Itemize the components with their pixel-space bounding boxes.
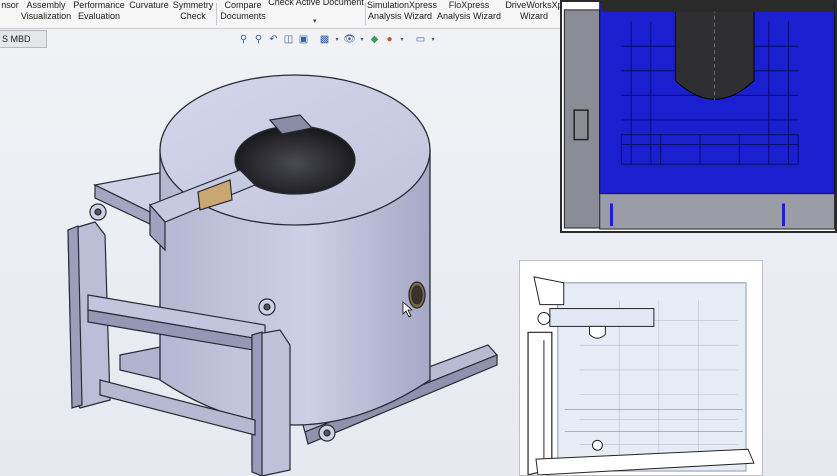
ribbon-separator (365, 3, 366, 25)
ribbon-label: Analysis Wizard (437, 11, 502, 21)
ribbon-label: Symmetry (172, 0, 214, 10)
section-view-inset (560, 0, 837, 233)
ribbon-separator (216, 3, 217, 25)
section-view-icon[interactable]: ◫ (283, 34, 294, 45)
tab-mbd[interactable]: S MBD (0, 30, 47, 48)
tab-label: S MBD (2, 34, 31, 44)
wireframe-view-inset (519, 260, 763, 476)
chevron-down-icon[interactable]: ▾ (399, 34, 405, 45)
apply-scene-icon[interactable]: ● (384, 34, 395, 45)
ribbon-label: DriveWorksXp (505, 0, 563, 10)
ribbon-label: Check Active Document (268, 0, 364, 7)
performance-evaluation-button[interactable]: Performance Evaluation (72, 0, 126, 28)
graphics-area-3d-model[interactable] (0, 48, 560, 476)
previous-view-icon[interactable]: ↶ (268, 34, 279, 45)
ribbon-label: FloXpress (448, 0, 490, 10)
heads-up-view-toolbar: ⚲ ⚲ ↶ ◫ ▣ ▩ ▾ 👁 ▾ ◆ ● ▾ ▭ ▾ (238, 31, 436, 47)
curvature-button[interactable]: Curvature (128, 0, 170, 28)
chevron-down-icon[interactable]: ▾ (430, 34, 436, 45)
ribbon-label: Wizard (519, 11, 548, 21)
view-orientation-icon[interactable]: ▣ (298, 34, 309, 45)
edit-appearance-icon[interactable]: ◆ (369, 34, 380, 45)
simulationxpress-button[interactable]: SimulationXpress Analysis Wizard (367, 0, 438, 28)
hide-show-icon[interactable]: 👁 (343, 34, 356, 45)
zoom-to-fit-icon[interactable]: ⚲ (238, 34, 249, 45)
chevron-down-icon[interactable]: ▾ (359, 34, 365, 45)
ribbon-label: Compare (224, 0, 262, 10)
ribbon-label: Visualization (20, 11, 72, 21)
ribbon-label: Curvature (129, 0, 169, 10)
sensor-button[interactable]: nsor (0, 0, 20, 28)
chevron-down-icon[interactable]: ▾ (334, 34, 340, 45)
ribbon-label: nsor (1, 0, 19, 10)
ribbon-label: Performance (73, 0, 125, 10)
symmetry-check-button[interactable]: Symmetry Check (171, 0, 215, 28)
ribbon-label: Analysis Wizard (367, 11, 432, 21)
chevron-down-icon[interactable]: ▾ (313, 17, 317, 25)
floxpress-button[interactable]: FloXpress Analysis Wizard (437, 0, 501, 28)
ribbon-label: SimulationXpress (367, 0, 438, 10)
ribbon-label: Check (180, 11, 206, 21)
ribbon-label: Assembly (26, 0, 66, 10)
display-style-icon[interactable]: ▩ (319, 34, 330, 45)
compare-documents-button[interactable]: Compare Documents (218, 0, 268, 28)
ribbon-label: Documents (220, 11, 266, 21)
zoom-area-icon[interactable]: ⚲ (253, 34, 264, 45)
monitor-icon[interactable]: ▭ (415, 34, 426, 45)
driveworksxpress-button[interactable]: DriveWorksXp Wizard (503, 0, 565, 28)
assembly-visualization-button[interactable]: Assembly Visualization (20, 0, 72, 28)
ribbon-label: Evaluation (77, 11, 121, 21)
